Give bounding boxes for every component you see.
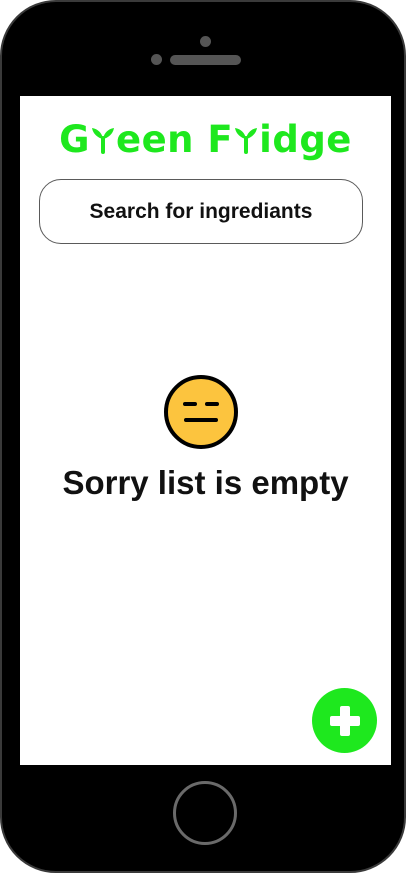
sprout-icon: [235, 128, 258, 154]
plus-icon: [329, 705, 360, 736]
logo-text-g: G: [59, 118, 90, 161]
empty-list-message: Sorry list is empty: [62, 464, 349, 501]
logo-text-idge: idge: [259, 118, 352, 161]
add-item-button[interactable]: [312, 688, 377, 753]
front-camera: [200, 36, 211, 47]
search-ingredients-button[interactable]: Search for ingrediants: [39, 179, 363, 244]
app-logo: Geen F idge: [20, 118, 391, 161]
earpiece-speaker: [170, 55, 241, 65]
proximity-sensor: [151, 54, 162, 65]
search-label: Search for ingrediants: [89, 199, 313, 223]
neutral-face-icon: [164, 375, 238, 449]
phone-frame: Geen F idge Search for ingrediants Sorry …: [0, 0, 406, 873]
sprout-icon: [91, 128, 114, 154]
app-screen: Geen F idge Search for ingrediants Sorry …: [20, 96, 391, 765]
home-button[interactable]: [173, 781, 237, 845]
logo-text-een-f: een F: [115, 118, 234, 161]
